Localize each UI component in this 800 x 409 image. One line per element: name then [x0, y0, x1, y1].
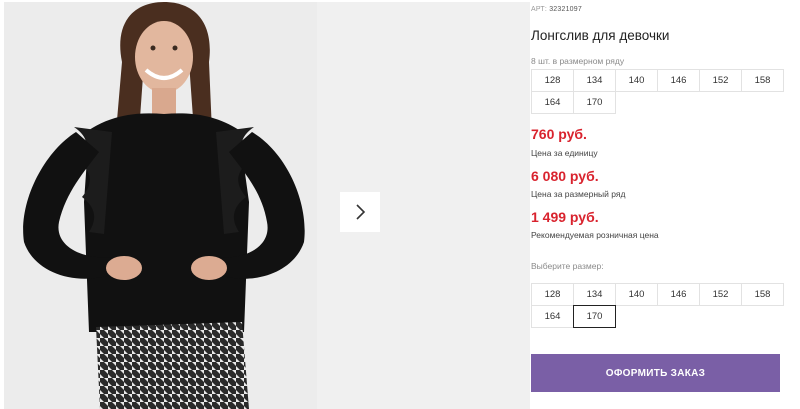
article-value: 32321097	[549, 6, 582, 13]
product-title: Лонгслив для девочки	[531, 28, 670, 43]
size-option[interactable]: 146	[657, 283, 700, 306]
product-gallery	[0, 0, 530, 409]
size-row-cell: 152	[699, 69, 742, 92]
size-row-cell: 170	[573, 91, 616, 114]
chevron-right-icon	[356, 204, 366, 220]
size-selector: 128 134 140 146 152 158 164 170	[531, 283, 784, 328]
size-option[interactable]: 158	[741, 283, 784, 306]
row-price: 6 080 руб.	[531, 168, 599, 184]
row-price-label: Цена за размерный ряд	[531, 189, 626, 199]
retail-price-label: Рекомендуемая розничная цена	[531, 230, 659, 240]
retail-price: 1 499 руб.	[531, 209, 599, 225]
size-row-cell: 146	[657, 69, 700, 92]
size-row-grid: 128 134 140 146 152 158 164 170	[531, 69, 784, 114]
product-photo	[4, 2, 317, 409]
size-option[interactable]: 152	[699, 283, 742, 306]
article-prefix: АРТ:	[531, 6, 548, 13]
size-option[interactable]: 140	[615, 283, 658, 306]
unit-price-label: Цена за единицу	[531, 148, 598, 158]
size-option[interactable]: 128	[531, 283, 574, 306]
size-row-cell: 128	[531, 69, 574, 92]
next-image-button[interactable]	[340, 192, 380, 232]
size-row-caption: 8 шт. в размерном ряду	[531, 56, 625, 66]
size-option-selected[interactable]: 170	[573, 305, 616, 328]
size-option[interactable]: 164	[531, 305, 574, 328]
size-option[interactable]: 134	[573, 283, 616, 306]
choose-size-label: Выберите размер:	[531, 261, 604, 271]
unit-price: 760 руб.	[531, 126, 587, 142]
size-row-cell: 158	[741, 69, 784, 92]
girl-in-black-longsleeve-photo	[4, 2, 317, 409]
place-order-button[interactable]: ОФОРМИТЬ ЗАКАЗ	[531, 354, 780, 392]
size-row-cell: 140	[615, 69, 658, 92]
product-info: АРТ: 32321097 Лонгслив для девочки 8 шт.…	[531, 0, 800, 409]
size-row-cell: 134	[573, 69, 616, 92]
article-number: АРТ: 32321097	[531, 6, 582, 13]
size-row-cell: 164	[531, 91, 574, 114]
